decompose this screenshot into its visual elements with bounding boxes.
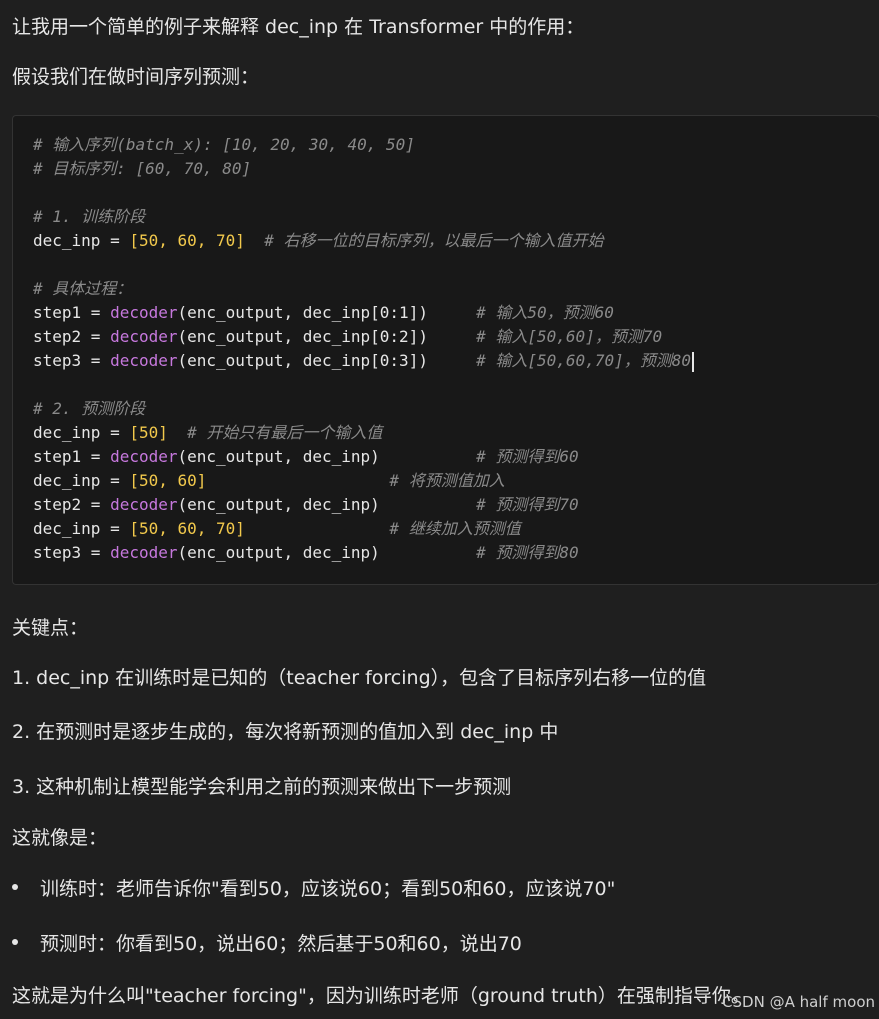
code-line-1: # 输入序列(batch_x): [10, 20, 30, 40, 50] [33,135,415,154]
code-line-6: step1 = decoder(enc_output, dec_inp[0:1]… [33,303,614,322]
code-line-7: step2 = decoder(enc_output, dec_inp[0:2]… [33,327,663,346]
code-line-9: # 2. 预测阶段 [33,399,146,418]
code-line-3: # 1. 训练阶段 [33,207,146,226]
code-line-14: dec_inp = [50, 60, 70] # 继续加入预测值 [33,519,521,538]
bullet-item-2: 预测时：你看到50，说出60；然后基于50和60，说出70 [40,933,522,955]
code-line-2: # 目标序列: [60, 70, 80] [33,159,252,178]
key-points-title: 关键点： [12,617,89,639]
csdn-watermark: CSDN @A half moon [722,993,875,1011]
key-point-2: 2. 在预测时是逐步生成的，每次将新预测的值加入到 dec_inp 中 [12,721,559,743]
bullet-dot-2 [12,939,18,945]
code-line-13: step2 = decoder(enc_output, dec_inp) # 预… [33,495,579,514]
code-line-11: step1 = decoder(enc_output, dec_inp) # 预… [33,447,579,466]
text-cursor [692,351,694,372]
conclusion-text: 这就是为什么叫"teacher forcing"，因为训练时老师（ground … [12,985,750,1007]
intro-text: 让我用一个简单的例子来解释 dec_inp 在 Transformer 中的作用… [12,16,585,38]
key-point-3: 3. 这种机制让模型能学会利用之前的预测来做出下一步预测 [12,776,512,798]
bullet-dot-1 [12,884,18,890]
code-line-12: dec_inp = [50, 60] # 将预测值加入 [33,471,505,490]
code-line-8: step3 = decoder(enc_output, dec_inp[0:3]… [33,349,694,373]
bullet-item-1: 训练时：老师告诉你"看到50，应该说60；看到50和60，应该说70" [40,878,616,900]
code-line-15: step3 = decoder(enc_output, dec_inp) # 预… [33,543,579,562]
code-line-5: # 具体过程： [33,279,133,298]
assumption-text: 假设我们在做时间序列预测： [12,66,260,88]
code-line-4: dec_inp = [50, 60, 70] # 右移一位的目标序列，以最后一个… [33,231,604,250]
code-block[interactable]: # 输入序列(batch_x): [10, 20, 30, 40, 50] # … [12,115,879,585]
analogy-title: 这就像是： [12,827,108,849]
key-point-1: 1. dec_inp 在训练时是已知的（teacher forcing），包含了… [12,667,707,689]
code-line-10: dec_inp = [50] # 开始只有最后一个输入值 [33,423,383,442]
